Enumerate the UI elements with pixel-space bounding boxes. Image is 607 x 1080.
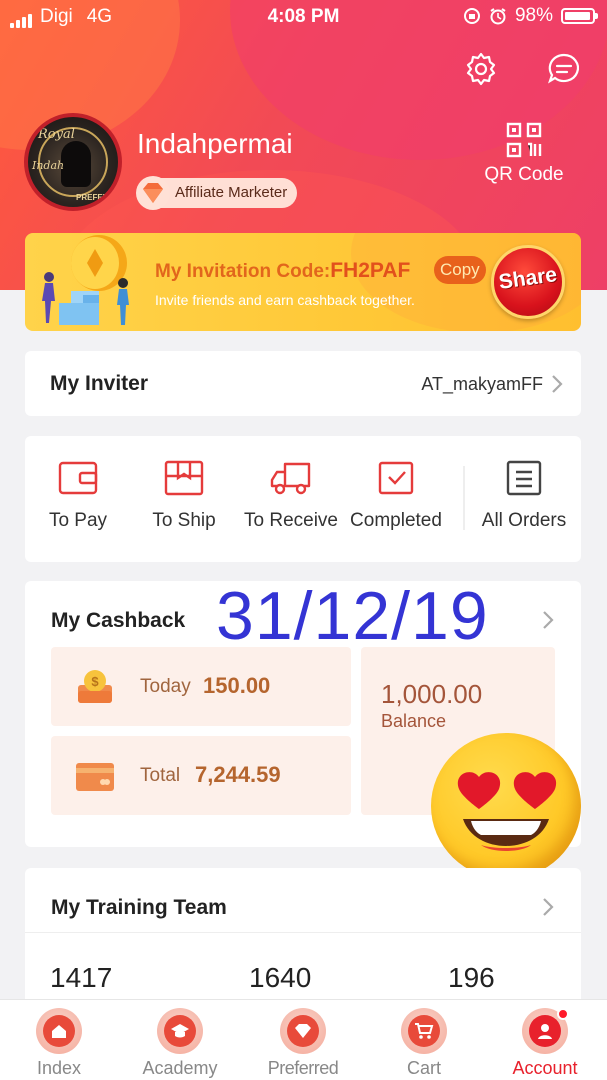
- rotation-lock-icon: [463, 8, 480, 24]
- order-label: Completed: [350, 510, 442, 531]
- my-inviter-label: My Inviter: [50, 372, 149, 395]
- tab-label: Cart: [406, 1058, 441, 1078]
- cashback-total-value: 7,244.59: [195, 762, 281, 787]
- balance-label: Balance: [381, 711, 447, 731]
- alarm-icon: [490, 8, 506, 25]
- credit-card-icon: [76, 763, 114, 791]
- role-badge-label: Affiliate Marketer: [175, 184, 288, 201]
- bottom-tab-bar: Index Academy Preferred Product Cart Acc…: [0, 999, 607, 1080]
- cashback-today-box: $ Today 150.00: [51, 647, 351, 726]
- date-stamp-overlay: 31/12/19: [216, 578, 489, 654]
- training-stat: 1417: [50, 962, 113, 993]
- tab-label: Academy: [142, 1058, 218, 1078]
- cashback-today-value: 150.00: [203, 673, 271, 698]
- heart-eyes-emoji-icon: [431, 733, 581, 879]
- tab-label: Preferred Product: [267, 1058, 339, 1080]
- share-button-label: Share: [497, 263, 559, 294]
- training-stat: 1640: [249, 962, 312, 993]
- username: Indahpermai: [137, 128, 293, 159]
- cashback-title: My Cashback: [51, 609, 186, 632]
- qr-code-button[interactable]: QR Code: [478, 122, 570, 186]
- order-label: To Receive: [244, 510, 338, 531]
- my-inviter-row[interactable]: My Inviter AT_makyamFF: [25, 351, 581, 416]
- notification-dot: [557, 1008, 569, 1020]
- qr-code-label: QR Code: [484, 164, 564, 185]
- training-team-title: My Training Team: [51, 896, 227, 919]
- truck-icon: [270, 462, 311, 495]
- order-label: To Ship: [152, 510, 216, 531]
- order-to-pay[interactable]: To Pay: [23, 460, 133, 532]
- role-badge: Affiliate Marketer: [136, 176, 298, 210]
- tab-cart[interactable]: Cart: [364, 1008, 484, 1079]
- copy-code-button[interactable]: Copy: [434, 256, 486, 284]
- status-bar: Digi 4G 4:08 PM 98%: [0, 0, 607, 34]
- invitation-code-label: My Invitation Code:: [155, 261, 331, 282]
- orders-card: To Pay To Ship To Receive Completed All …: [25, 436, 581, 562]
- avatar-text: PREFERE: [76, 193, 114, 202]
- tab-label: Index: [36, 1058, 82, 1078]
- cashback-today-label: Today: [140, 676, 191, 697]
- order-to-ship[interactable]: To Ship: [129, 460, 239, 532]
- cashback-total-box: Total 7,244.59: [51, 736, 351, 815]
- tab-preferred-product[interactable]: Preferred Product: [240, 1008, 366, 1080]
- order-label: All Orders: [481, 510, 567, 531]
- tab-index[interactable]: Index: [0, 1008, 119, 1079]
- order-completed[interactable]: Completed: [341, 460, 451, 532]
- avatar-text: Indah: [32, 159, 65, 172]
- home-icon: [36, 1008, 82, 1054]
- invitation-code-row: My Invitation Code:FH2PAF: [155, 259, 410, 283]
- chevron-right-icon: [543, 611, 554, 629]
- invitation-banner: My Invitation Code:FH2PAF Copy Invite fr…: [25, 233, 581, 331]
- order-label: To Pay: [48, 510, 108, 531]
- chevron-right-icon: [543, 898, 554, 916]
- qr-code-icon: [506, 122, 542, 158]
- share-button[interactable]: Share: [491, 245, 565, 319]
- invitation-subtitle: Invite friends and earn cashback togethe…: [155, 292, 415, 308]
- order-all[interactable]: All Orders: [469, 460, 579, 532]
- battery-percent: 98%: [514, 5, 553, 26]
- divider: [463, 466, 465, 530]
- avatar-text: Royal: [38, 127, 75, 142]
- inviter-name: AT_makyamFF: [421, 374, 543, 394]
- diamond-icon: [280, 1008, 326, 1054]
- cart-icon: [401, 1008, 447, 1054]
- invitation-code: FH2PAF: [330, 259, 411, 282]
- diamond-icon: [136, 176, 170, 210]
- checked-box-icon: [378, 461, 414, 495]
- tab-academy[interactable]: Academy: [120, 1008, 240, 1079]
- battery-icon: [561, 8, 598, 24]
- training-stat: 196: [448, 962, 495, 993]
- avatar[interactable]: Royal Indah PREFERE: [24, 113, 122, 211]
- divider: [25, 932, 581, 933]
- chevron-right-icon: [552, 375, 563, 393]
- box-icon: [164, 460, 204, 496]
- graduation-cap-icon: [157, 1008, 203, 1054]
- balance-value: 1,000.00: [381, 679, 483, 709]
- settings-gear-icon[interactable]: [463, 51, 499, 87]
- tab-label: Account: [512, 1058, 578, 1078]
- money-bag-icon: $: [78, 670, 112, 703]
- tab-account[interactable]: Account: [485, 1008, 605, 1079]
- svg-text:$: $: [91, 674, 99, 689]
- message-bubble-icon[interactable]: [546, 51, 582, 87]
- list-icon: [506, 460, 542, 496]
- wallet-icon: [58, 461, 98, 495]
- order-to-receive[interactable]: To Receive: [233, 460, 349, 532]
- cashback-total-label: Total: [140, 765, 181, 786]
- coin-stairs-illustration: [42, 235, 129, 325]
